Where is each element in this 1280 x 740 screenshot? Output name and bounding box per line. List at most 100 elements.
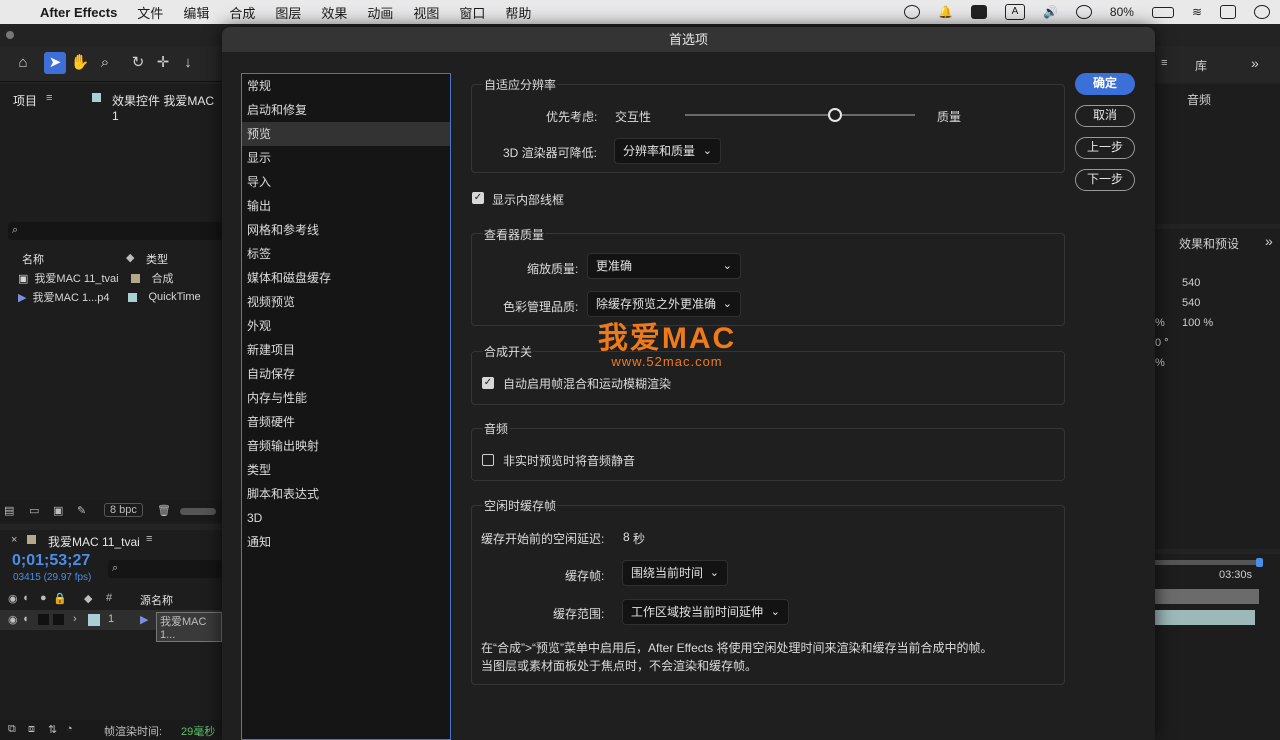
renderer-dropdown[interactable]: 分辨率和质量 ⌄ [614,138,721,164]
graph-editor-icon[interactable]: ◔ [66,723,73,735]
category-appearance[interactable]: 外观 [242,314,450,338]
cancel-button[interactable]: 取消 [1075,105,1135,127]
menu-window[interactable]: 窗口 [459,3,485,22]
menu-edit[interactable]: 编辑 [183,3,209,22]
auto-enable-checkbox[interactable]: ✓ [482,377,494,389]
layer-bar[interactable] [1155,610,1255,625]
visibility-icon[interactable]: ◉ [8,613,18,626]
control-center-icon[interactable] [1220,5,1236,19]
timecode[interactable]: 0;01;53;27 [12,552,90,570]
zoom-quality-dropdown[interactable]: 更准确 ⌄ [587,253,741,279]
pan-behind-tool-icon[interactable]: ✛ [152,52,174,74]
label-icon[interactable]: ◆ [126,251,134,264]
category-scripting-expressions[interactable]: 脚本和表达式 [242,482,450,506]
next-button[interactable]: 下一步 [1075,169,1135,191]
settings-icon[interactable]: ✎ [77,504,86,517]
expand-icon[interactable]: » [1265,233,1273,249]
cache-range-dropdown[interactable]: 工作区域按当前时间延伸 ⌄ [622,599,789,625]
move-down-tool-icon[interactable]: ↓ [177,52,199,74]
expand-icon[interactable]: » [1251,55,1259,71]
category-display[interactable]: 显示 [242,146,450,170]
category-startup-repair[interactable]: 启动和修复 [242,98,450,122]
priority-slider-thumb[interactable] [827,108,842,122]
app-status-icon[interactable] [970,5,987,19]
value-scale-y[interactable]: 100 % [1182,317,1213,329]
cache-frames-dropdown[interactable]: 围绕当前时间 ⌄ [622,560,728,586]
color-quality-dropdown[interactable]: 除缓存预览之外更准确 ⌄ [587,291,741,317]
volume-icon[interactable]: 🔊 [1043,5,1058,19]
home-icon[interactable]: ⌂ [12,52,34,74]
solo-icon[interactable]: ● [40,592,47,604]
previous-button[interactable]: 上一步 [1075,137,1135,159]
menu-help[interactable]: 帮助 [505,3,531,22]
library-tab[interactable]: 库 [1195,57,1207,74]
panel-menu-icon[interactable]: ≡ [46,92,52,104]
project-tab[interactable]: 项目 [13,92,37,109]
menu-file[interactable]: 文件 [137,3,163,22]
lock-icon[interactable]: 🔒 [53,592,67,605]
work-area-range[interactable] [1155,589,1259,604]
layer-color[interactable] [88,614,100,626]
menu-layer[interactable]: 图层 [275,3,301,22]
new-comp-icon[interactable]: ▣ [53,504,63,517]
rotate-tool-icon[interactable]: ↻ [127,52,149,74]
wifi-icon[interactable]: ≋ [1192,5,1202,19]
transfer-controls-icon[interactable]: ⇅ [48,723,57,736]
category-3d[interactable]: 3D [242,506,450,530]
value-position-x[interactable]: 540 [1182,277,1200,289]
priority-slider-track[interactable] [685,114,915,116]
effects-presets-tab[interactable]: 效果和预设 [1179,235,1239,252]
category-previews[interactable]: 预览 [242,122,450,146]
category-type[interactable]: 类型 [242,458,450,482]
category-output[interactable]: 输出 [242,194,450,218]
menu-animation[interactable]: 动画 [367,3,393,22]
timeline-search-input[interactable]: ⌕ [108,560,222,578]
timeline-tab[interactable]: 我爱MAC 11_tvai [48,533,140,550]
bell-icon[interactable]: 🔔 [938,5,953,19]
work-area-bar[interactable] [1155,560,1259,565]
new-folder-icon[interactable]: ▭ [29,504,39,517]
name-column-header[interactable]: 名称 [22,251,44,267]
category-general[interactable]: 常规 [242,74,450,98]
value-scale-x[interactable]: % [1155,317,1165,329]
category-audio-hardware[interactable]: 音频硬件 [242,410,450,434]
category-memory-performance[interactable]: 内存与性能 [242,386,450,410]
category-grids-guides[interactable]: 网格和参考线 [242,218,450,242]
audio-icon[interactable]: ◖ [22,613,29,625]
lock-switch[interactable] [53,614,64,625]
app-menu[interactable]: After Effects [40,5,117,20]
category-audio-output-mapping[interactable]: 音频输出映射 [242,434,450,458]
window-close-icon[interactable] [6,31,14,39]
mute-audio-checkbox[interactable] [482,454,494,466]
solo-switch[interactable] [38,614,49,625]
menu-view[interactable]: 视图 [413,3,439,22]
zoom-tool-icon[interactable]: ⌕ [94,52,116,74]
category-video-preview[interactable]: 视频预览 [242,290,450,314]
project-item-comp[interactable]: ▣ 我爱MAC 11_tvai 合成 [18,270,174,286]
menu-effect[interactable]: 效果 [321,3,347,22]
menu-composition[interactable]: 合成 [229,3,255,22]
visibility-icon[interactable]: ◉ [8,592,18,605]
audio-icon[interactable]: ◖ [22,592,29,604]
category-notifications[interactable]: 通知 [242,530,450,554]
expand-chevron-icon[interactable]: › [73,613,77,625]
input-method-icon[interactable]: A [1004,4,1025,20]
trash-icon[interactable]: 🗑 [157,504,171,517]
type-column-header[interactable]: 类型 [146,251,168,267]
bpc-button[interactable]: 8 bpc [104,503,143,517]
project-item-footage[interactable]: ▶ 我爱MAC 1...p4 QuickTime [18,289,201,305]
user-icon[interactable] [1075,5,1092,19]
selection-tool-icon[interactable]: ➤ [44,52,66,74]
battery-icon[interactable] [1151,6,1174,18]
category-labels[interactable]: 标签 [242,242,450,266]
idle-delay-value[interactable]: 8 [623,530,630,544]
interpret-footage-icon[interactable]: ▤ [4,504,14,517]
label-icon[interactable]: ◆ [84,592,92,605]
work-area-end-handle[interactable] [1256,558,1263,567]
close-tab-icon[interactable]: × [11,534,17,546]
layer-row[interactable]: ◉ ◖ › 1 ▶ 我爱MAC 1... [0,610,222,642]
creative-cloud-icon[interactable] [904,5,920,19]
workspace-menu-icon[interactable]: ≡ [1161,57,1167,69]
value-rotation[interactable]: 0 ° [1155,337,1169,349]
effects-controls-tab[interactable]: 效果控件 我爱MAC 1 [112,92,222,123]
